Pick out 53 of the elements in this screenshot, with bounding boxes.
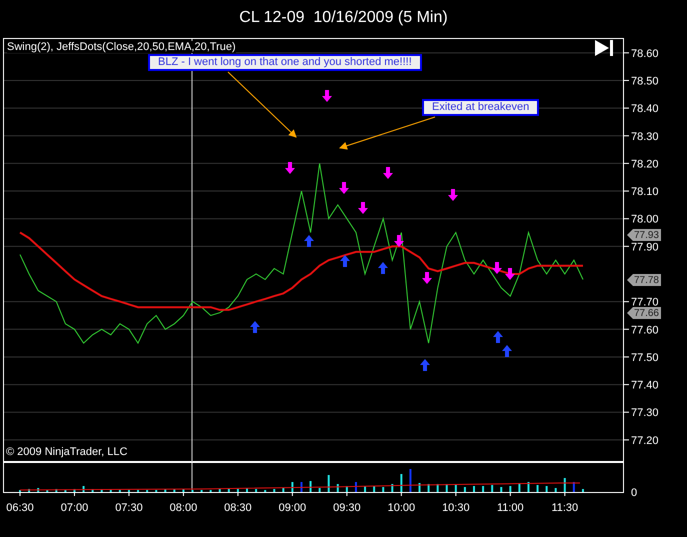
price-axis-label: 78.20 xyxy=(631,158,659,170)
down-arrow-icon xyxy=(285,162,295,174)
play-to-end-icon[interactable] xyxy=(595,40,613,56)
price-axis-label: 77.40 xyxy=(631,380,659,392)
price-axis-label: 78.60 xyxy=(631,48,659,60)
time-axis-label: 09:00 xyxy=(278,502,306,514)
time-axis-label: 09:30 xyxy=(333,502,361,514)
chart-title: CL 12-09 10/16/2009 (5 Min) xyxy=(238,8,449,28)
down-arrow-icon xyxy=(448,189,458,201)
leader-arrow xyxy=(228,72,297,138)
up-arrow-icon xyxy=(502,345,512,357)
up-arrow-icon xyxy=(378,262,388,274)
price-axis-label: 77.70 xyxy=(631,296,659,309)
price-axis-label: 78.30 xyxy=(631,130,659,143)
price-axis-label: 77.30 xyxy=(631,407,659,420)
up-arrow-icon xyxy=(420,359,430,371)
time-axis-label: 08:00 xyxy=(170,502,198,514)
time-axis-label: 06:30 xyxy=(6,502,34,514)
price-marker: 77.93 xyxy=(627,229,661,241)
down-arrow-icon xyxy=(358,202,368,214)
price-axis-label: 78.40 xyxy=(631,103,659,116)
indicator-label: Swing(2), JeffsDots(Close,20,50,EMA,20,True) xyxy=(7,41,236,53)
up-arrow-icon xyxy=(340,255,350,267)
time-axis-label: 07:00 xyxy=(60,502,88,514)
down-arrow-icon xyxy=(394,235,404,247)
price-axis-label: 77.90 xyxy=(631,241,659,254)
down-arrow-icon xyxy=(339,182,349,194)
up-arrow-icon xyxy=(250,321,260,333)
up-arrow-icon xyxy=(304,235,314,247)
up-arrow-icon xyxy=(493,331,503,343)
copyright-text: © 2009 NinjaTrader, LLC xyxy=(6,446,128,458)
price-axis-label: 78.00 xyxy=(631,214,659,226)
time-axis-label: 11:00 xyxy=(496,502,524,514)
time-axis-label: 07:30 xyxy=(115,502,143,514)
time-axis-label: 11:30 xyxy=(551,502,578,514)
price-axis-label: 78.50 xyxy=(631,75,659,88)
price-axis-label: 78.10 xyxy=(631,186,659,198)
time-axis-label: 08:30 xyxy=(224,502,252,514)
volume-axis-label: 0 xyxy=(631,487,638,499)
chart-annotation: BLZ - I went long on that one and you shorted me!!!! xyxy=(148,54,422,71)
price-axis-label: 77.60 xyxy=(631,324,659,336)
time-axis-label: 10:30 xyxy=(442,502,470,514)
down-arrow-icon xyxy=(505,268,515,280)
price-marker: 77.78 xyxy=(627,274,661,286)
down-arrow-icon xyxy=(422,272,432,284)
time-axis-label: 10:00 xyxy=(388,502,416,514)
price-axis-label: 77.50 xyxy=(631,352,659,364)
down-arrow-icon xyxy=(322,90,332,102)
chart-annotation: Exited at breakeven xyxy=(422,99,540,116)
price-marker: 77.66 xyxy=(627,307,661,319)
price-axis-label: 77.20 xyxy=(631,434,659,447)
down-arrow-icon xyxy=(492,262,502,274)
down-arrow-icon xyxy=(383,167,393,179)
